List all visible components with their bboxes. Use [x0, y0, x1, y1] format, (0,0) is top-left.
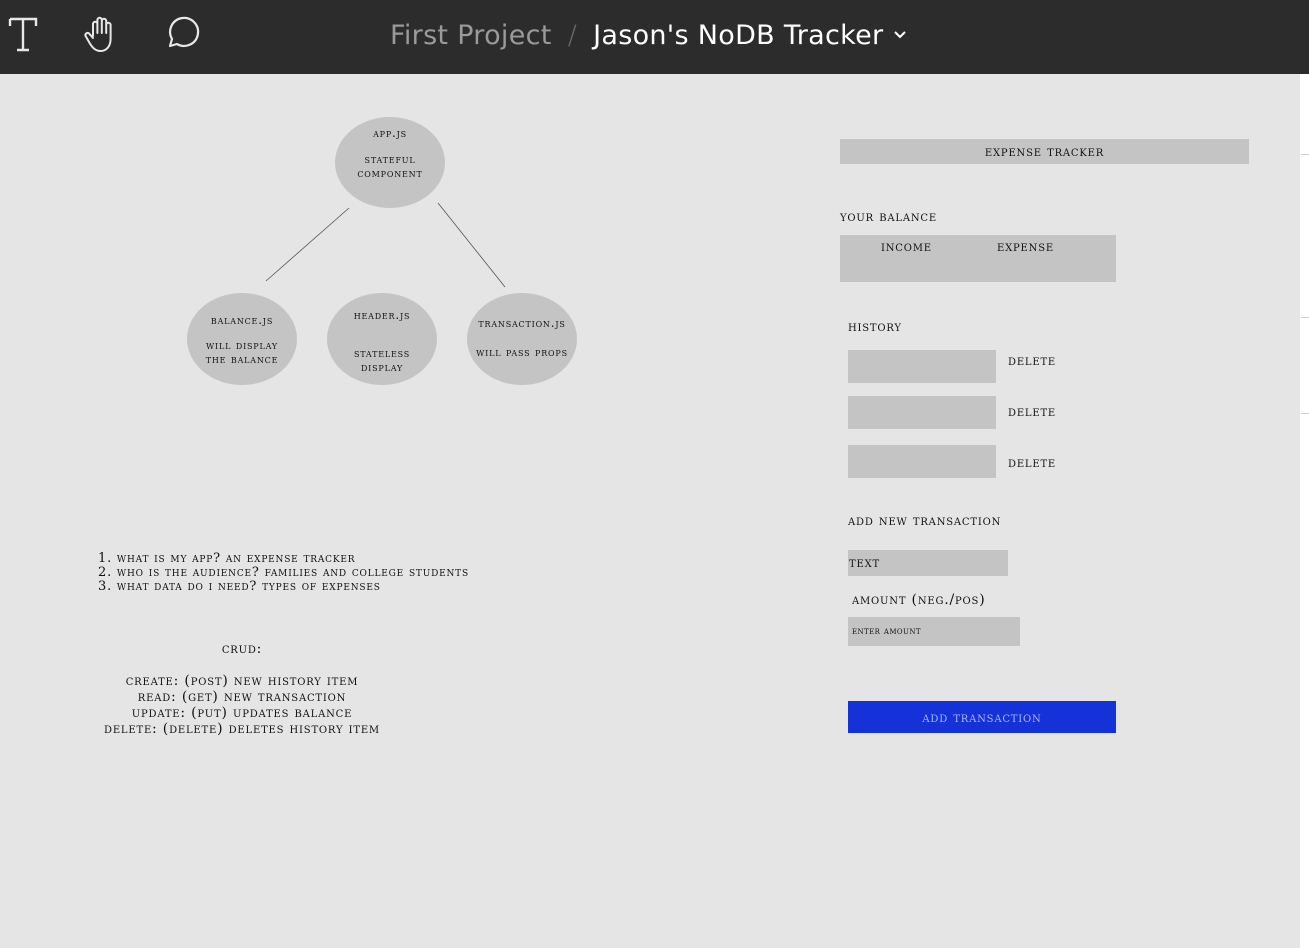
breadcrumb: First Project / Jason's NoDB Tracker	[390, 15, 907, 55]
node-transaction-line-1: will pass props	[476, 345, 568, 359]
node-app: App.js Stateful component	[335, 117, 445, 208]
breadcrumb-file-title[interactable]: Jason's NoDB Tracker	[593, 20, 883, 51]
breadcrumb-project[interactable]: First Project	[390, 20, 552, 51]
panel-divider	[1301, 413, 1309, 414]
diagram-connectors	[265, 202, 506, 288]
mockup-header-bar: Expense Tracker	[840, 139, 1249, 164]
delete-button[interactable]: Delete	[1008, 456, 1056, 470]
amount-input-placeholder: enter amount	[852, 626, 921, 637]
node-transaction-title: transaction.js	[478, 316, 566, 330]
text-input[interactable]: Text	[848, 550, 1008, 576]
node-transaction: transaction.js will pass props	[467, 293, 577, 385]
top-toolbar: First Project / Jason's NoDB Tracker	[0, 0, 1309, 74]
amount-label: Amount (neg./pos)	[852, 592, 986, 608]
node-balance-line-2: the balance	[205, 352, 279, 366]
connector-line-left	[265, 207, 350, 282]
breadcrumb-separator: /	[567, 19, 578, 51]
hand-tool-icon[interactable]	[82, 14, 122, 54]
node-header-line-2: display	[360, 360, 404, 374]
node-app-subtitle-1: Stateful	[364, 152, 416, 166]
right-panel-edge	[1300, 74, 1309, 948]
text-input-value: Text	[849, 555, 880, 571]
node-header-line-1: Stateless	[353, 346, 411, 360]
add-transaction-title: Add New Transaction	[848, 513, 1002, 529]
node-balance: balance.js will display the balance	[187, 293, 297, 385]
balance-label: Your Balance	[840, 209, 937, 225]
text-tool-icon[interactable]	[4, 14, 44, 54]
crud-create: Create: (POST) new history item	[125, 673, 359, 689]
delete-button[interactable]: Delete	[1008, 405, 1056, 419]
connector-line-right	[437, 202, 506, 288]
mockup-header-title: Expense Tracker	[984, 144, 1105, 160]
question-3: 3. What data do I need? Types of expense…	[98, 579, 381, 594]
crud-update: Update: (PUT) updates balance	[131, 705, 353, 721]
chevron-down-icon[interactable]	[893, 30, 907, 40]
node-balance-line-1: will display	[206, 338, 278, 352]
node-app-subtitle-2: component	[357, 166, 423, 180]
history-item	[848, 350, 996, 383]
crud-delete: Delete: (DELETE) deletes history item	[104, 721, 380, 737]
panel-divider	[1301, 154, 1309, 155]
node-balance-title: balance.js	[210, 313, 274, 327]
history-item	[848, 445, 996, 478]
crud-title: CRUD:	[221, 641, 263, 657]
comment-icon[interactable]	[161, 14, 201, 54]
crud-read: Read: (GET) new transaction	[137, 689, 347, 705]
node-app-title: App.js	[373, 126, 407, 140]
panel-divider	[1301, 317, 1309, 318]
expense-label: Expense	[997, 239, 1054, 255]
node-header-title: Header.js	[353, 308, 411, 322]
node-header: Header.js Stateless display	[327, 293, 437, 385]
question-2: 2. Who is the audience? Families and col…	[98, 565, 469, 580]
balance-box: Income Expense	[840, 235, 1116, 282]
history-label: History	[848, 319, 902, 335]
history-item	[848, 396, 996, 429]
add-transaction-button-label: Add Transaction	[922, 710, 1042, 726]
income-label: Income	[881, 239, 932, 255]
question-1: 1. What is my app? An expense tracker	[98, 551, 356, 566]
add-transaction-button[interactable]: Add Transaction	[848, 701, 1116, 733]
design-canvas[interactable]: App.js Stateful component balance.js wil…	[0, 74, 1300, 948]
amount-input[interactable]: enter amount	[848, 617, 1020, 646]
delete-button[interactable]: Delete	[1008, 354, 1056, 368]
